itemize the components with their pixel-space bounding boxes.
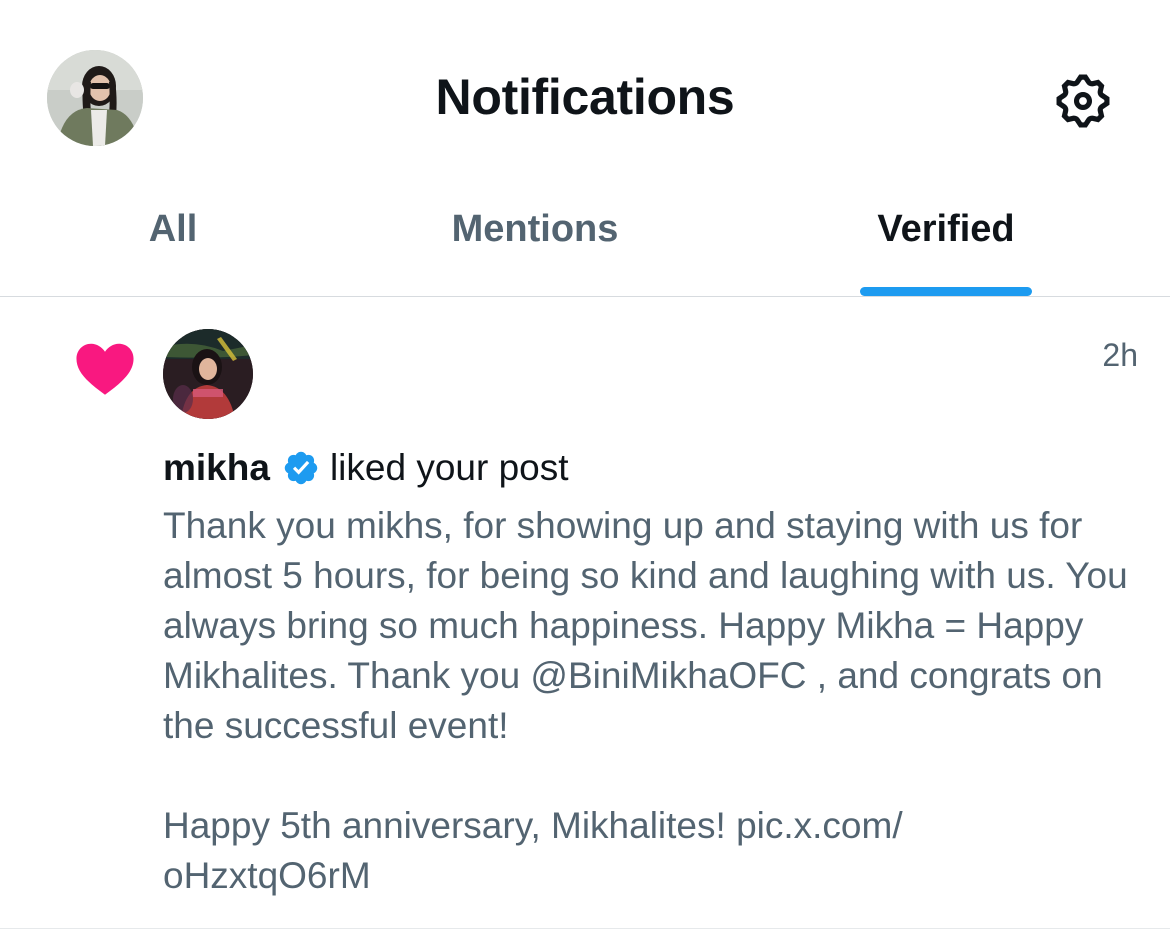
- tab-mentions-label: Mentions: [451, 208, 619, 250]
- post-text: Thank you mikhs, for showing up and stay…: [163, 505, 1128, 896]
- notification-divider: [0, 928, 1170, 929]
- tab-mentions[interactable]: Mentions: [395, 188, 675, 296]
- notification-action: liked your post: [329, 447, 569, 488]
- user-avatar[interactable]: [163, 329, 253, 419]
- notification-headline: mikha liked your post: [163, 445, 569, 491]
- notification-item[interactable]: 2h mikha liked your post Thank you mikhs…: [0, 297, 1170, 932]
- gear-icon: [1056, 74, 1110, 128]
- tab-all[interactable]: All: [73, 188, 273, 296]
- verified-badge-icon: [284, 451, 318, 485]
- user-avatar-image: [163, 329, 253, 419]
- tab-verified[interactable]: Verified: [838, 188, 1054, 296]
- page-title: Notifications: [435, 69, 735, 125]
- notification-time: 2h: [1102, 337, 1138, 373]
- notification-tabs: All Mentions Verified: [0, 188, 1170, 296]
- tab-verified-label: Verified: [877, 208, 1015, 250]
- tab-all-label: All: [148, 208, 198, 250]
- settings-button[interactable]: [1050, 68, 1116, 134]
- active-tab-indicator: [860, 287, 1032, 296]
- notification-username[interactable]: mikha: [163, 445, 270, 491]
- heart-icon: [76, 343, 134, 395]
